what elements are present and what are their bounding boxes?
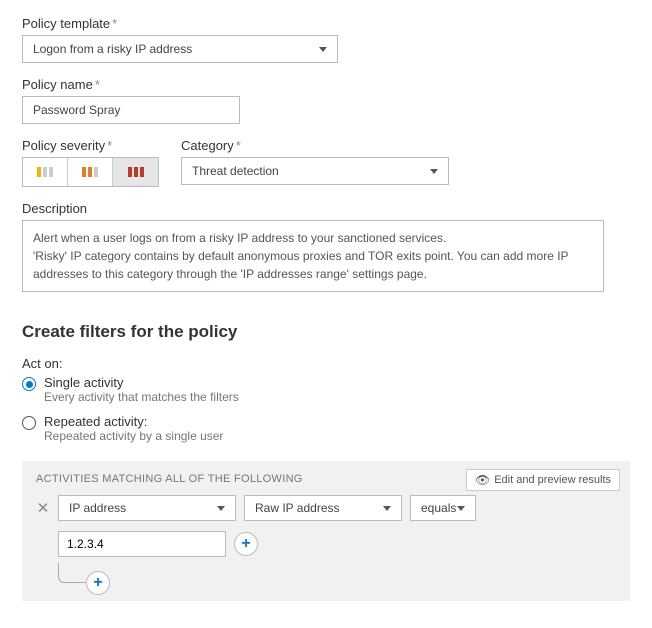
radio-selected-icon — [22, 377, 36, 391]
description-box[interactable]: Alert when a user logs on from a risky I… — [22, 220, 604, 292]
filter-value-input[interactable] — [58, 531, 226, 557]
filter-field-dropdown[interactable]: IP address — [58, 495, 236, 521]
remove-filter-button[interactable]: ✕ — [36, 499, 50, 517]
category-label: Category* — [181, 138, 630, 153]
chevron-down-icon — [457, 506, 465, 511]
repeated-activity-option[interactable]: Repeated activity: Repeated activity by … — [22, 414, 630, 443]
add-value-button[interactable]: + — [234, 532, 258, 556]
repeated-activity-label: Repeated activity: — [44, 414, 223, 429]
description-line1: Alert when a user logs on from a risky I… — [33, 229, 593, 247]
radio-unselected-icon — [22, 416, 36, 430]
eye-icon: 👁 — [475, 473, 490, 487]
description-label: Description — [22, 201, 630, 216]
single-activity-sub: Every activity that matches the filters — [44, 390, 239, 404]
severity-medium-button[interactable] — [68, 158, 113, 186]
filter-operator-value: equals — [421, 501, 456, 515]
filter-panel: 👁 Edit and preview results ACTIVITIES MA… — [22, 461, 630, 601]
policy-name-label: Policy name* — [22, 77, 630, 92]
plus-icon: + — [93, 574, 102, 592]
edit-preview-results-button[interactable]: 👁 Edit and preview results — [466, 469, 620, 491]
filter-field-value: IP address — [69, 501, 126, 515]
chevron-down-icon — [430, 169, 438, 174]
category-value: Threat detection — [192, 164, 279, 178]
repeated-activity-sub: Repeated activity by a single user — [44, 429, 223, 443]
policy-name-input[interactable] — [22, 96, 240, 124]
filter-subfield-value: Raw IP address — [255, 501, 340, 515]
policy-template-value: Logon from a risky IP address — [33, 42, 192, 56]
chevron-down-icon — [217, 506, 225, 511]
filter-subfield-dropdown[interactable]: Raw IP address — [244, 495, 402, 521]
severity-low-button[interactable] — [23, 158, 68, 186]
single-activity-label: Single activity — [44, 375, 239, 390]
preview-label: Edit and preview results — [494, 474, 611, 486]
filter-operator-dropdown[interactable]: equals — [410, 495, 476, 521]
policy-severity-label: Policy severity* — [22, 138, 159, 153]
chevron-down-icon — [383, 506, 391, 511]
severity-selector — [22, 157, 159, 187]
policy-template-label: Policy template* — [22, 16, 630, 31]
description-line2: 'Risky' IP category contains by default … — [33, 247, 593, 283]
policy-template-dropdown[interactable]: Logon from a risky IP address — [22, 35, 338, 63]
category-dropdown[interactable]: Threat detection — [181, 157, 449, 185]
add-filter-button[interactable]: + — [86, 571, 110, 595]
severity-high-button[interactable] — [113, 158, 158, 186]
plus-icon: + — [241, 535, 250, 553]
single-activity-option[interactable]: Single activity Every activity that matc… — [22, 375, 630, 404]
act-on-label: Act on: — [22, 356, 630, 371]
create-filters-heading: Create filters for the policy — [22, 322, 630, 342]
chevron-down-icon — [319, 47, 327, 52]
